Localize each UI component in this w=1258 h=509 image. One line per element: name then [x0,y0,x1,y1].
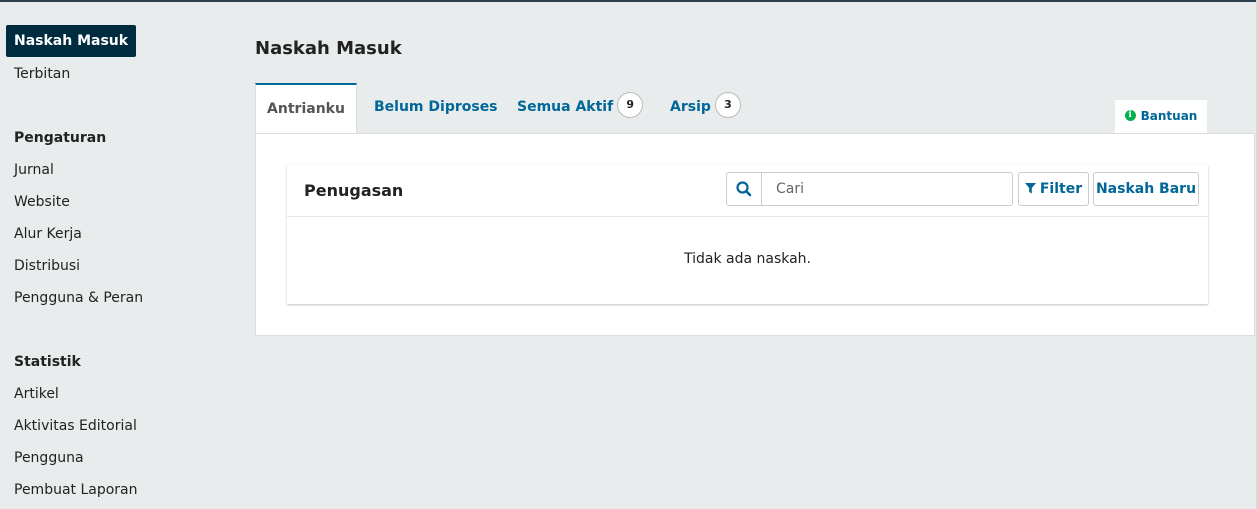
sidebar-item-artikel[interactable]: Artikel [14,385,59,403]
search-icon[interactable] [727,173,762,205]
tab-label: Arsip [670,99,711,115]
filter-button[interactable]: Filter [1018,172,1089,206]
sidebar-item-terbitan[interactable]: Terbitan [14,65,70,83]
tab-label: Belum Diproses [374,99,498,115]
list-header: Penugasan Filter Naskah Baru [287,165,1208,217]
page-title: Naskah Masuk [255,38,402,59]
sidebar-item-pembuat-laporan[interactable]: Pembuat Laporan [14,481,138,499]
help-label: Bantuan [1140,109,1198,123]
sidebar-item-pengguna[interactable]: Pengguna [14,449,84,467]
sidebar-item-jurnal[interactable]: Jurnal [14,161,54,179]
sidebar-item-naskah-masuk[interactable]: Naskah Masuk [6,25,137,57]
help-button[interactable]: i Bantuan [1115,100,1207,133]
tab-panel: Penugasan Filter Naskah Baru Tidak ada n… [255,133,1255,336]
sidebar-item-website[interactable]: Website [14,193,70,211]
list-title: Penugasan [304,181,404,200]
sidebar: Naskah Masuk Terbitan Pengaturan Jurnal … [0,0,240,509]
sidebar-item-pengguna-peran[interactable]: Pengguna & Peran [14,289,143,307]
tab-arsip[interactable]: Arsip 3 [670,83,741,132]
count-badge-semua-aktif: 9 [617,92,644,118]
filter-label: Filter [1039,181,1083,197]
sidebar-heading-statistik: Statistik [14,354,81,370]
tab-antrianku[interactable]: Antrianku [255,83,357,133]
submissions-list-panel: Penugasan Filter Naskah Baru Tidak ada n… [287,165,1208,304]
tab-semua-aktif[interactable]: Semua Aktif 9 [517,83,644,132]
new-submission-button[interactable]: Naskah Baru [1093,172,1199,206]
search-input[interactable] [762,173,1010,205]
sidebar-heading-pengaturan: Pengaturan [14,130,107,146]
tab-bar: Antrianku Belum Diproses Semua Aktif 9 Ar… [255,83,1215,133]
tab-label: Antrianku [267,101,345,117]
sidebar-item-distribusi[interactable]: Distribusi [14,257,80,275]
tab-belum-diproses[interactable]: Belum Diproses [374,83,498,132]
filter-icon [1024,182,1036,193]
empty-message: Tidak ada naskah. [683,251,812,267]
tab-label: Semua Aktif [517,99,614,115]
search-box [726,172,1013,206]
sidebar-item-alur-kerja[interactable]: Alur Kerja [14,225,82,243]
count-badge-arsip: 3 [714,92,741,118]
sidebar-item-aktivitas-editorial[interactable]: Aktivitas Editorial [14,417,137,435]
info-icon: i [1124,110,1136,121]
